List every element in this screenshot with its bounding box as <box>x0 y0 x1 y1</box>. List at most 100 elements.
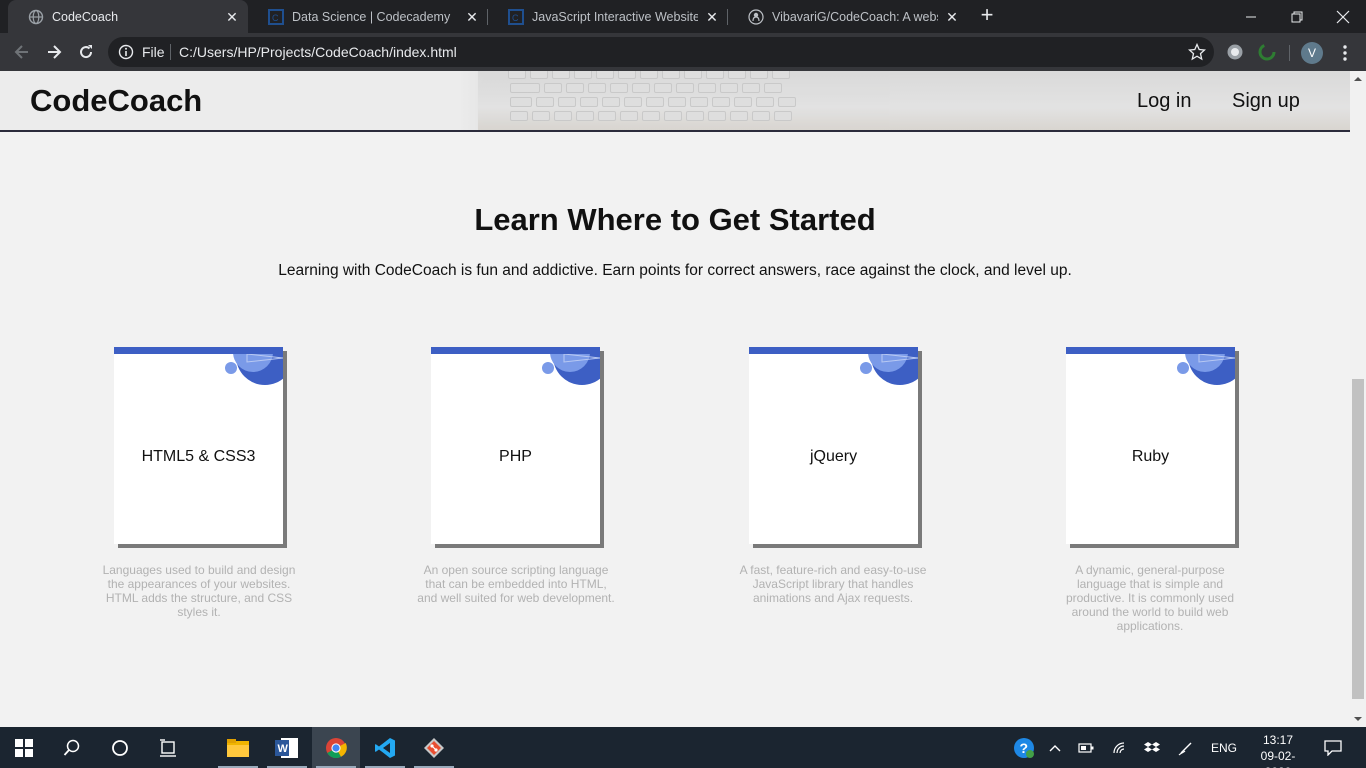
tab-title: VibavariG/CodeCoach: A website <box>772 9 938 24</box>
close-tab-icon[interactable]: ✕ <box>464 9 480 25</box>
card-description: Languages used to build and design the a… <box>102 563 296 619</box>
clock-date: 09-02-2020 <box>1260 749 1296 768</box>
close-icon <box>1336 10 1350 23</box>
course-card-jquery[interactable]: jQuery <box>749 347 922 548</box>
cortana-button[interactable] <box>96 727 144 768</box>
close-window-button[interactable] <box>1320 0 1366 33</box>
cortana-icon <box>112 739 128 756</box>
tab-codecoach[interactable]: CodeCoach ✕ <box>8 0 248 33</box>
card-decoration-icon <box>1177 354 1235 385</box>
help-tray-icon[interactable]: ? <box>1010 727 1038 768</box>
git-icon <box>424 737 444 758</box>
close-tab-icon[interactable]: ✕ <box>944 9 960 25</box>
windows-logo-icon <box>15 738 33 757</box>
search-icon <box>63 739 80 756</box>
minimize-button[interactable] <box>1228 0 1274 33</box>
dropbox-icon <box>1144 741 1160 752</box>
url-text[interactable]: C:/Users/HP/Projects/CodeCoach/index.htm… <box>179 44 457 60</box>
taskbar-vscode[interactable] <box>361 727 409 768</box>
tab-title: CodeCoach <box>52 9 119 24</box>
extension-record-icon[interactable] <box>1226 43 1244 61</box>
github-icon <box>748 8 764 25</box>
show-hidden-icons-button[interactable] <box>1044 727 1066 768</box>
extension-grammar-icon[interactable] <box>1258 43 1276 61</box>
scroll-up-icon[interactable] <box>1350 71 1366 87</box>
action-center-button[interactable] <box>1318 727 1348 768</box>
browser-toolbar: File C:/Users/HP/Projects/CodeCoach/inde… <box>0 33 1366 71</box>
course-card-php[interactable]: PHP <box>431 347 604 548</box>
page-viewport: CodeCoach Log in Sign up Learn Where to … <box>0 71 1350 727</box>
taskbar-git[interactable] <box>410 727 458 768</box>
header-keyboard-image <box>478 71 1350 130</box>
forward-button[interactable] <box>40 38 68 66</box>
course-card-ruby[interactable]: Ruby <box>1066 347 1239 548</box>
scrollbar-thumb[interactable] <box>1352 379 1364 699</box>
page-scrollbar[interactable] <box>1350 71 1366 727</box>
card-decoration-icon <box>860 354 918 385</box>
keyboard-row <box>510 97 796 107</box>
more-menu-icon[interactable] <box>1337 43 1353 63</box>
star-icon[interactable] <box>1188 43 1206 61</box>
dropbox-tray-icon[interactable] <box>1140 727 1164 768</box>
new-tab-button[interactable]: + <box>976 4 998 28</box>
start-button[interactable] <box>0 727 48 768</box>
profile-avatar[interactable]: V <box>1301 42 1323 64</box>
codecademy-icon: C <box>508 8 524 25</box>
page-subtitle: Learning with CodeCoach is fun and addic… <box>278 262 1072 279</box>
language-indicator[interactable]: ENG <box>1206 727 1242 768</box>
svg-text:W: W <box>278 743 289 755</box>
toolbar-divider <box>1289 45 1290 61</box>
card-title: Ruby <box>1131 448 1170 465</box>
search-button[interactable] <box>48 727 96 768</box>
login-link[interactable]: Log in <box>1137 90 1192 113</box>
omnibox-divider <box>170 44 171 60</box>
pen-icon <box>1178 742 1192 755</box>
tab-title: Data Science | Codecademy <box>292 9 451 24</box>
signup-link[interactable]: Sign up <box>1232 90 1300 113</box>
battery-icon <box>1078 742 1094 753</box>
task-view-button[interactable] <box>144 727 192 768</box>
tab-data-science[interactable]: C Data Science | Codecademy ✕ <box>248 0 488 33</box>
battery-tray-icon[interactable] <box>1074 727 1098 768</box>
tab-javascript[interactable]: C JavaScript Interactive Websites | C ✕ <box>488 0 728 33</box>
vscode-icon <box>375 737 395 758</box>
restore-button[interactable] <box>1274 0 1320 33</box>
close-tab-icon[interactable]: ✕ <box>224 9 240 25</box>
word-icon: W <box>275 737 298 758</box>
address-bar[interactable]: File C:/Users/HP/Projects/CodeCoach/inde… <box>108 37 1214 67</box>
page-title: Learn Where to Get Started <box>474 202 876 237</box>
taskbar-word[interactable]: W <box>263 727 311 768</box>
taskbar-clock[interactable]: 13:17 09-02-2020 <box>1248 732 1308 768</box>
wifi-tray-icon[interactable] <box>1108 727 1132 768</box>
keyboard-row <box>508 71 790 79</box>
reload-button[interactable] <box>72 38 100 66</box>
scroll-down-icon[interactable] <box>1350 711 1366 727</box>
card-decoration-icon <box>542 354 600 385</box>
card-description: An open source scripting language that c… <box>417 563 615 605</box>
clock-time: 13:17 <box>1262 733 1294 747</box>
globe-icon <box>28 9 44 25</box>
site-logo[interactable]: CodeCoach <box>30 83 202 119</box>
card-face: HTML5 & CSS3 <box>114 347 283 544</box>
card-decoration-icon <box>225 354 283 385</box>
taskbar-chrome[interactable] <box>312 727 360 768</box>
card-title: PHP <box>499 448 532 465</box>
notification-icon <box>1324 739 1342 756</box>
codecademy-icon: C <box>268 8 284 25</box>
help-icon: ? <box>1014 737 1034 758</box>
tab-strip: CodeCoach ✕ C Data Science | Codecademy … <box>0 0 1366 33</box>
task-view-icon <box>160 738 176 757</box>
taskbar-file-explorer[interactable] <box>214 727 262 768</box>
file-scheme-label: File <box>142 44 165 60</box>
arrow-left-icon <box>14 45 28 59</box>
close-tab-icon[interactable]: ✕ <box>704 9 720 25</box>
site-header: CodeCoach Log in Sign up <box>0 71 1350 132</box>
pen-tray-icon[interactable] <box>1174 727 1198 768</box>
back-button[interactable] <box>8 38 36 66</box>
tab-github[interactable]: VibavariG/CodeCoach: A website ✕ <box>728 0 968 33</box>
course-card-html-css[interactable]: HTML5 & CSS3 <box>114 347 287 548</box>
windows-taskbar: W ? ENG 13:17 09-02-2020 <box>0 727 1366 768</box>
info-icon[interactable] <box>118 44 134 60</box>
card-face: Ruby <box>1066 347 1235 544</box>
card-face: jQuery <box>749 347 918 544</box>
